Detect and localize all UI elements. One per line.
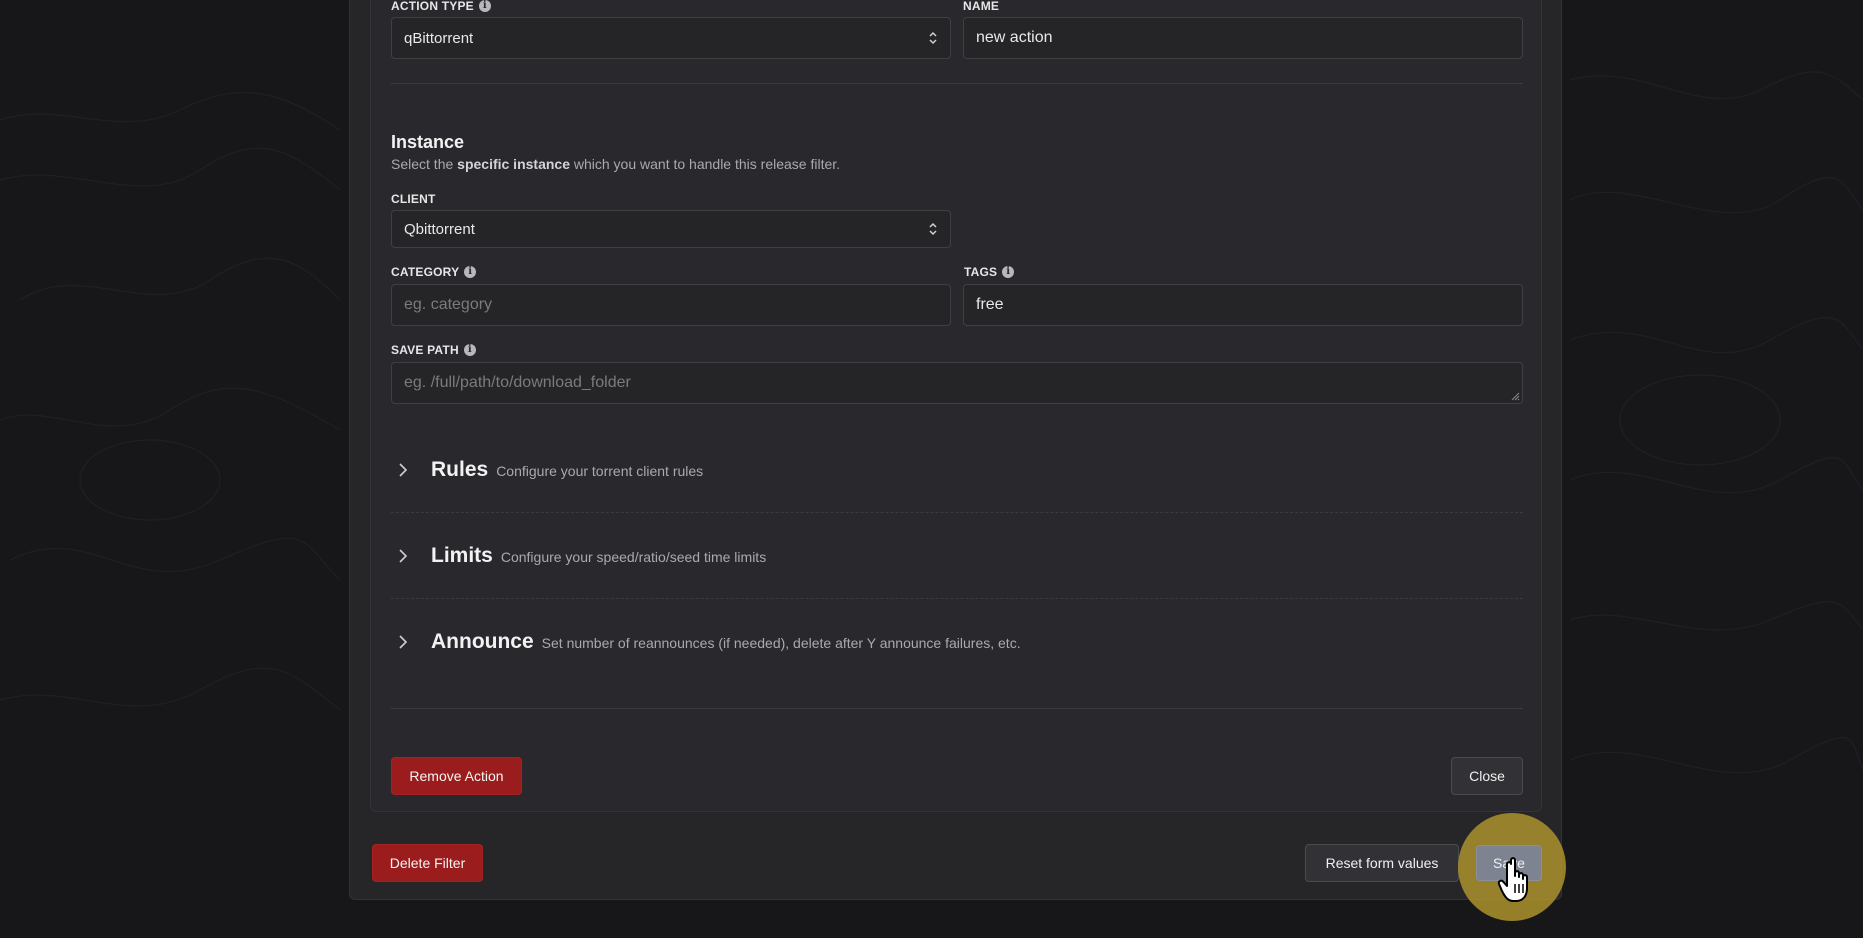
hand-pointer-cursor-icon xyxy=(1497,857,1528,902)
limits-section-toggle[interactable]: Limits Configure your speed/ratio/seed t… xyxy=(397,544,766,568)
client-label: CLIENT xyxy=(391,192,436,206)
divider xyxy=(391,83,1523,84)
name-input[interactable]: new action xyxy=(963,17,1523,59)
reset-form-values-button[interactable]: Reset form values xyxy=(1305,844,1459,882)
select-arrows-icon xyxy=(929,222,937,236)
info-icon[interactable]: i xyxy=(464,266,477,278)
announce-section-toggle[interactable]: Announce Set number of reannounces (if n… xyxy=(397,630,1021,654)
save-path-label: SAVE PATH i xyxy=(391,343,476,357)
close-button[interactable]: Close xyxy=(1451,757,1523,795)
divider xyxy=(391,708,1523,709)
category-label: CATEGORY i xyxy=(391,265,477,279)
save-path-textarea[interactable]: eg. /full/path/to/download_folder xyxy=(391,362,1523,404)
chevron-right-icon xyxy=(399,549,408,563)
name-label: NAME xyxy=(963,0,1000,13)
action-card xyxy=(370,0,1542,812)
select-arrows-icon xyxy=(929,31,937,45)
category-input[interactable]: eg. category xyxy=(391,284,951,326)
divider xyxy=(391,598,1523,599)
resize-handle-icon[interactable] xyxy=(1510,391,1520,401)
client-select[interactable]: Qbittorrent xyxy=(391,210,951,248)
chevron-right-icon xyxy=(399,463,408,477)
rules-section-toggle[interactable]: Rules Configure your torrent client rule… xyxy=(397,458,703,482)
tags-input[interactable]: free xyxy=(963,284,1523,326)
divider xyxy=(391,512,1523,513)
action-type-select[interactable]: qBittorrent xyxy=(391,17,951,59)
chevron-right-icon xyxy=(399,635,408,649)
remove-action-button[interactable]: Remove Action xyxy=(391,757,522,795)
info-icon[interactable]: i xyxy=(478,0,491,12)
instance-heading: Instance xyxy=(391,132,465,152)
info-icon[interactable]: i xyxy=(1002,266,1015,278)
info-icon[interactable]: i xyxy=(463,344,476,356)
tags-label: TAGS i xyxy=(964,265,1015,279)
action-type-label: ACTION TYPE i xyxy=(391,0,491,13)
delete-filter-button[interactable]: Delete Filter xyxy=(372,844,483,882)
instance-description: Select the specific instance which you w… xyxy=(391,156,841,172)
